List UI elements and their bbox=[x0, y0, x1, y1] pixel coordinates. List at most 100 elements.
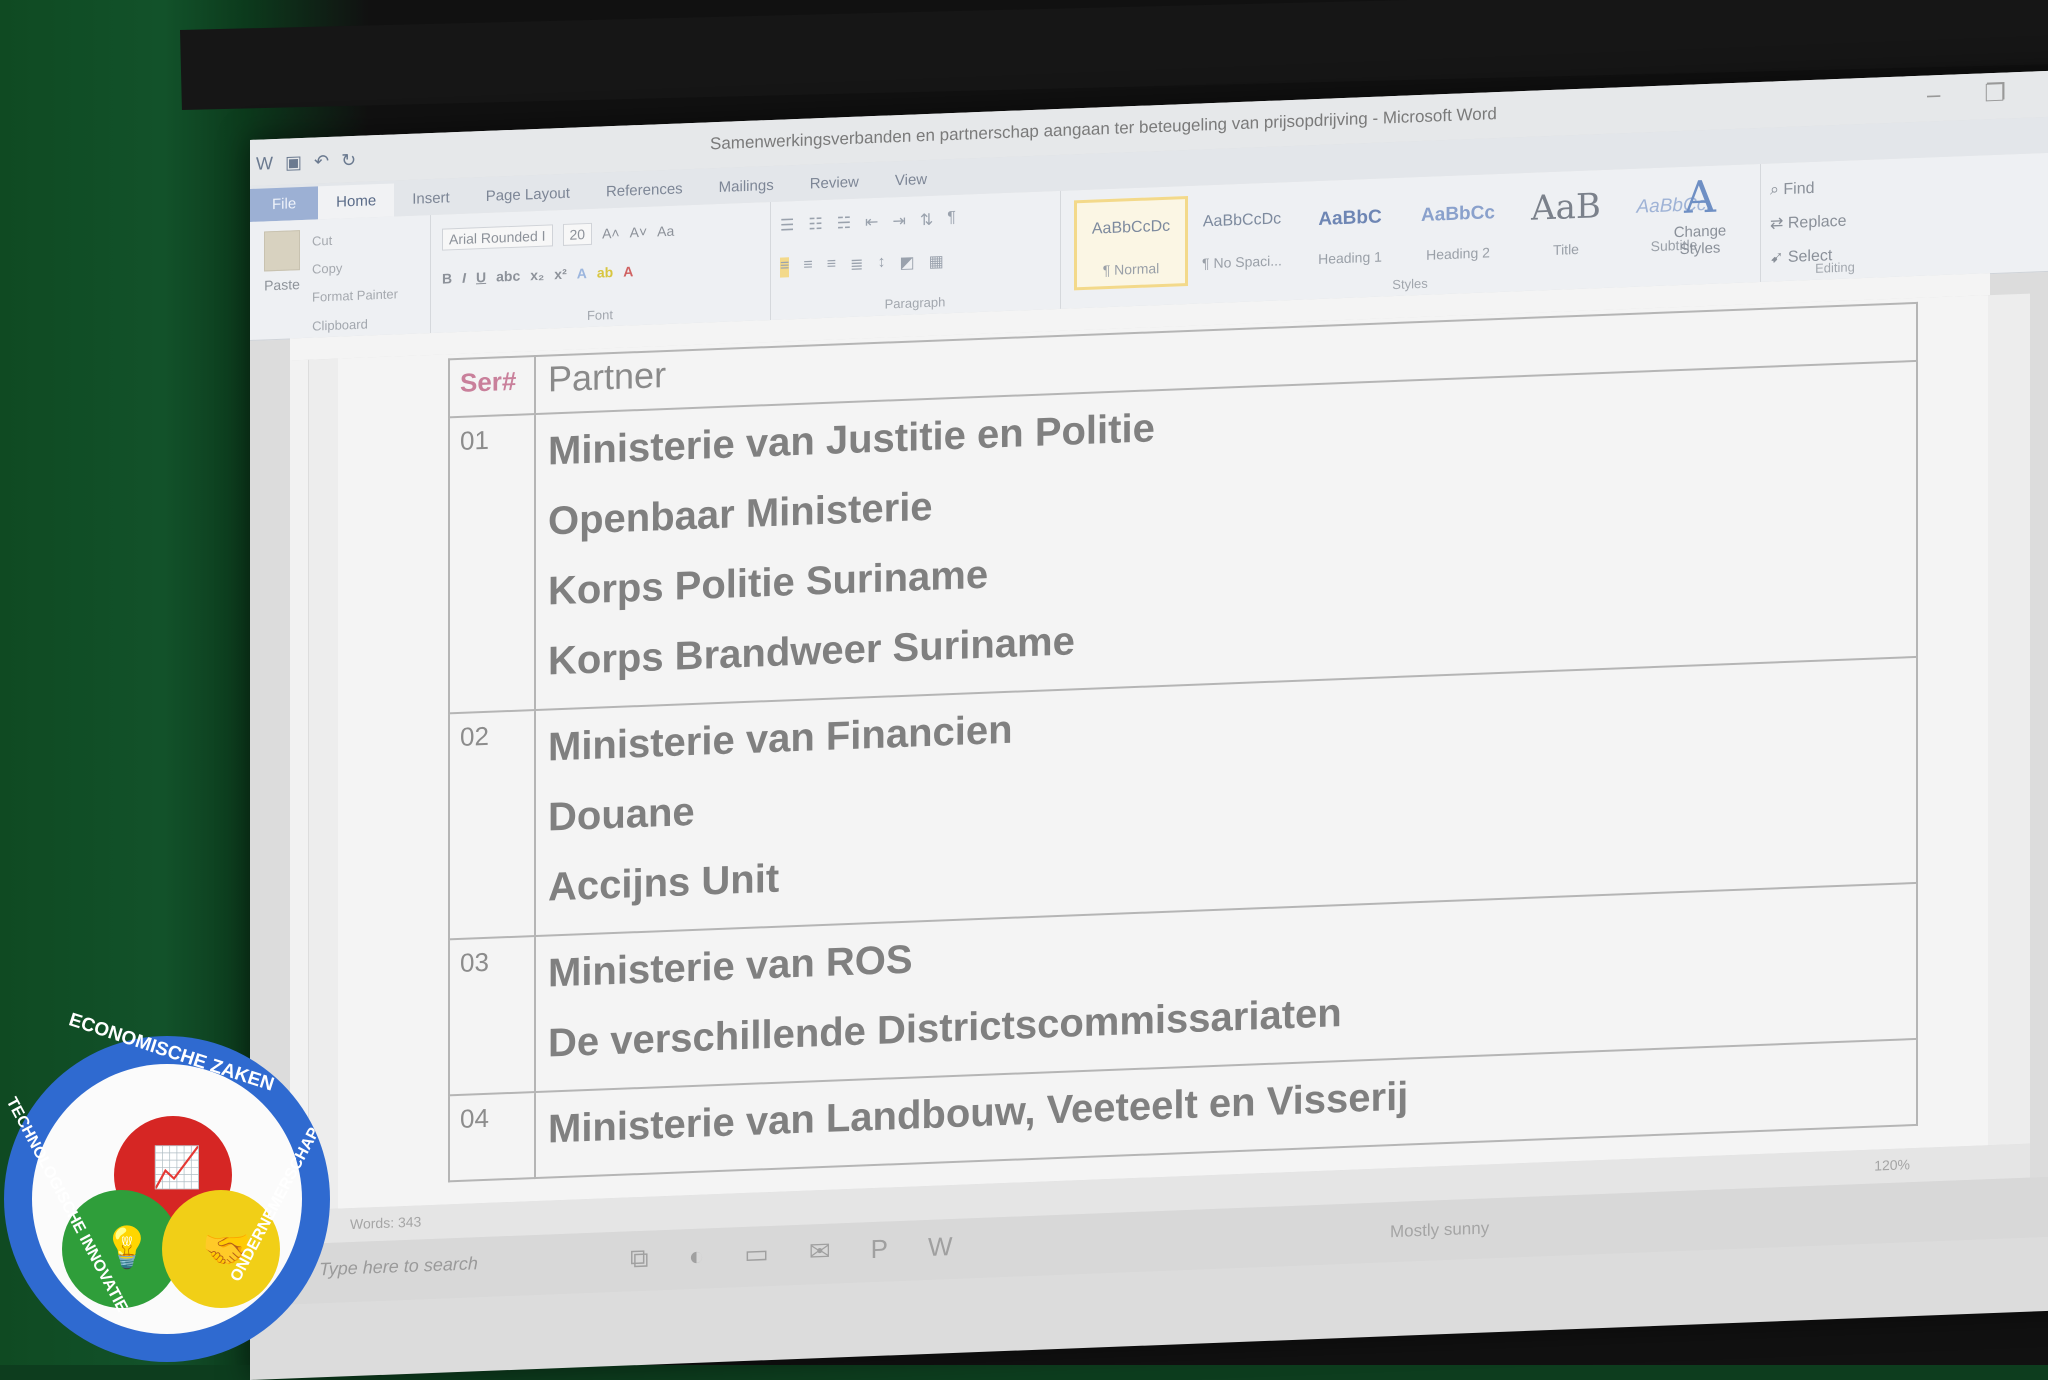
font-group: Arial Rounded I 20 A˄ A˅ Aa B I U abc x₂… bbox=[430, 201, 771, 334]
table-row: 01 Ministerie van Justitie en Politie Op… bbox=[449, 360, 1917, 714]
replace-icon: ⇄ bbox=[1770, 214, 1788, 233]
editing-group: ⌕ Find ⇄ Replace ➹ Select Editing bbox=[1760, 158, 1910, 282]
style-name: Heading 1 bbox=[1318, 248, 1382, 267]
edge-icon[interactable]: ◐ bbox=[689, 1241, 705, 1274]
taskbar-apps: ⧉ ◐ ▭ ✉ P W bbox=[630, 1231, 953, 1275]
task-view-icon[interactable]: ⧉ bbox=[630, 1243, 649, 1276]
style-heading-1[interactable]: AaBbC Heading 1 bbox=[1296, 188, 1404, 276]
window-controls: – ❐ ✕ bbox=[1927, 76, 2048, 110]
decrease-indent-icon[interactable]: ⇤ bbox=[865, 212, 878, 233]
style-sample: AaBbCcDc bbox=[1202, 210, 1282, 231]
zoom-level[interactable]: 120% bbox=[1874, 1156, 1910, 1173]
minimize-button[interactable]: – bbox=[1927, 81, 1940, 111]
grow-font-icon[interactable]: A˄ bbox=[602, 225, 620, 242]
clipboard-label: Clipboard bbox=[312, 316, 368, 334]
style-name: ¶ No Spaci... bbox=[1202, 252, 1282, 272]
clipboard-items: Cut Copy Format Painter bbox=[312, 224, 398, 311]
subscript-icon[interactable]: x₂ bbox=[530, 267, 544, 284]
vertical-ruler[interactable] bbox=[290, 359, 309, 1211]
copy-button[interactable]: Copy bbox=[312, 252, 398, 283]
change-styles-label: Change Styles bbox=[1673, 222, 1727, 259]
align-left-icon[interactable]: ≡ bbox=[780, 257, 790, 278]
align-center-icon[interactable]: ≡ bbox=[803, 256, 812, 276]
bullets-icon[interactable]: ☰ bbox=[780, 215, 794, 236]
tab-file[interactable]: File bbox=[250, 186, 319, 222]
word-count[interactable]: Words: 343 bbox=[350, 1213, 421, 1232]
tab-mailings[interactable]: Mailings bbox=[701, 176, 792, 204]
cut-button[interactable]: Cut bbox=[312, 224, 398, 255]
font-row-bottom: B I U abc x₂ x² A ab A bbox=[442, 263, 633, 286]
clipboard-group: Paste Cut Copy Format Painter Clipboard bbox=[250, 215, 431, 340]
word-icon: W bbox=[256, 153, 273, 174]
search-placeholder: Type here to search bbox=[319, 1253, 478, 1280]
find-button[interactable]: ⌕ Find bbox=[1770, 171, 1847, 208]
borders-icon[interactable]: ▦ bbox=[929, 251, 944, 272]
mail-icon[interactable]: ✉ bbox=[809, 1236, 831, 1269]
multilevel-list-icon[interactable]: ☵ bbox=[837, 213, 851, 234]
partner-cell: Ministerie van Justitie en Politie Openb… bbox=[535, 360, 1917, 711]
document-page[interactable]: Ser# Partner 01 Ministerie van Justitie … bbox=[338, 295, 1988, 1209]
superscript-icon[interactable]: x² bbox=[554, 266, 566, 282]
sort-icon[interactable]: ⇅ bbox=[920, 210, 933, 231]
style-normal[interactable]: AaBbCcDc ¶ Normal bbox=[1074, 195, 1188, 291]
taskbar-search[interactable]: ⌕ Type here to search bbox=[304, 1253, 478, 1281]
shrink-font-icon[interactable]: A˅ bbox=[630, 224, 648, 241]
format-painter-button[interactable]: Format Painter bbox=[312, 280, 398, 311]
change-styles-icon: A bbox=[1684, 171, 1716, 224]
weather-widget[interactable]: Mostly sunny bbox=[1390, 1218, 1489, 1242]
replace-button[interactable]: ⇄ Replace bbox=[1770, 205, 1847, 242]
style-heading-2[interactable]: AaBbCc Heading 2 bbox=[1404, 184, 1512, 272]
paste-label: Paste bbox=[264, 276, 300, 294]
text-effects-icon[interactable]: A bbox=[577, 265, 587, 281]
style-no-spacing[interactable]: AaBbCcDc ¶ No Spaci... bbox=[1188, 192, 1296, 280]
shading-icon[interactable]: ◩ bbox=[899, 252, 914, 273]
ser-cell: 02 bbox=[449, 710, 535, 940]
restore-button[interactable]: ❐ bbox=[1984, 79, 2006, 109]
partner-table: Ser# Partner 01 Ministerie van Justitie … bbox=[448, 302, 1918, 1182]
tab-home[interactable]: Home bbox=[318, 183, 395, 220]
paragraph-row-bottom: ≡ ≡ ≡ ≣ ↕ ◩ ▦ bbox=[780, 251, 944, 278]
partner-header: Partner bbox=[548, 354, 667, 400]
style-sample: AaBbC bbox=[1318, 206, 1382, 230]
style-name: Title bbox=[1553, 240, 1579, 258]
highlight-icon[interactable]: ab bbox=[597, 264, 613, 281]
binoculars-icon: ⌕ bbox=[1770, 181, 1784, 199]
change-case-icon[interactable]: Aa bbox=[657, 223, 674, 240]
tab-view[interactable]: View bbox=[877, 170, 945, 198]
change-styles-button[interactable]: A Change Styles bbox=[1660, 171, 1740, 259]
projected-word-window: W ▣ ↶ ↻ Samenwerkingsverbanden en partne… bbox=[250, 69, 2048, 1380]
lightbulb-icon: 💡 bbox=[102, 1226, 152, 1270]
undo-icon[interactable]: ↶ bbox=[314, 151, 329, 173]
bold-icon[interactable]: B bbox=[442, 270, 452, 286]
paragraph-row-top: ☰ ☷ ☵ ⇤ ⇥ ⇅ ¶ bbox=[780, 209, 956, 236]
ser-cell: 01 bbox=[449, 414, 535, 714]
numbering-icon[interactable]: ☷ bbox=[808, 214, 822, 235]
paste-button[interactable]: Paste bbox=[260, 230, 304, 298]
redo-icon[interactable]: ↻ bbox=[341, 150, 356, 172]
style-name: Heading 2 bbox=[1426, 244, 1490, 263]
powerpoint-icon[interactable]: P bbox=[871, 1233, 888, 1266]
justify-icon[interactable]: ≣ bbox=[850, 254, 863, 275]
font-name-select[interactable]: Arial Rounded I bbox=[442, 224, 553, 251]
underline-icon[interactable]: U bbox=[476, 269, 486, 285]
strikethrough-icon[interactable]: abc bbox=[496, 268, 520, 285]
tab-insert[interactable]: Insert bbox=[394, 189, 468, 217]
file-explorer-icon[interactable]: ▭ bbox=[744, 1238, 769, 1271]
save-icon[interactable]: ▣ bbox=[285, 152, 302, 174]
style-name: ¶ Normal bbox=[1102, 260, 1160, 279]
replace-label: Replace bbox=[1787, 212, 1847, 232]
tab-review[interactable]: Review bbox=[792, 173, 877, 201]
style-sample: AaBbCc bbox=[1421, 202, 1495, 227]
quick-access-toolbar: W ▣ ↶ ↻ bbox=[256, 150, 356, 175]
line-spacing-icon[interactable]: ↕ bbox=[877, 254, 885, 274]
increase-indent-icon[interactable]: ⇥ bbox=[892, 211, 905, 232]
chart-up-icon: 📈 bbox=[152, 1146, 202, 1190]
style-title[interactable]: AaB Title bbox=[1512, 179, 1620, 267]
pilcrow-icon[interactable]: ¶ bbox=[947, 209, 956, 229]
font-color-icon[interactable]: A bbox=[623, 263, 633, 279]
word-taskbar-icon[interactable]: W bbox=[928, 1231, 953, 1264]
ser-cell: 04 bbox=[449, 1092, 535, 1182]
align-right-icon[interactable]: ≡ bbox=[827, 255, 836, 275]
italic-icon[interactable]: I bbox=[462, 270, 466, 286]
font-size-select[interactable]: 20 bbox=[562, 222, 593, 246]
